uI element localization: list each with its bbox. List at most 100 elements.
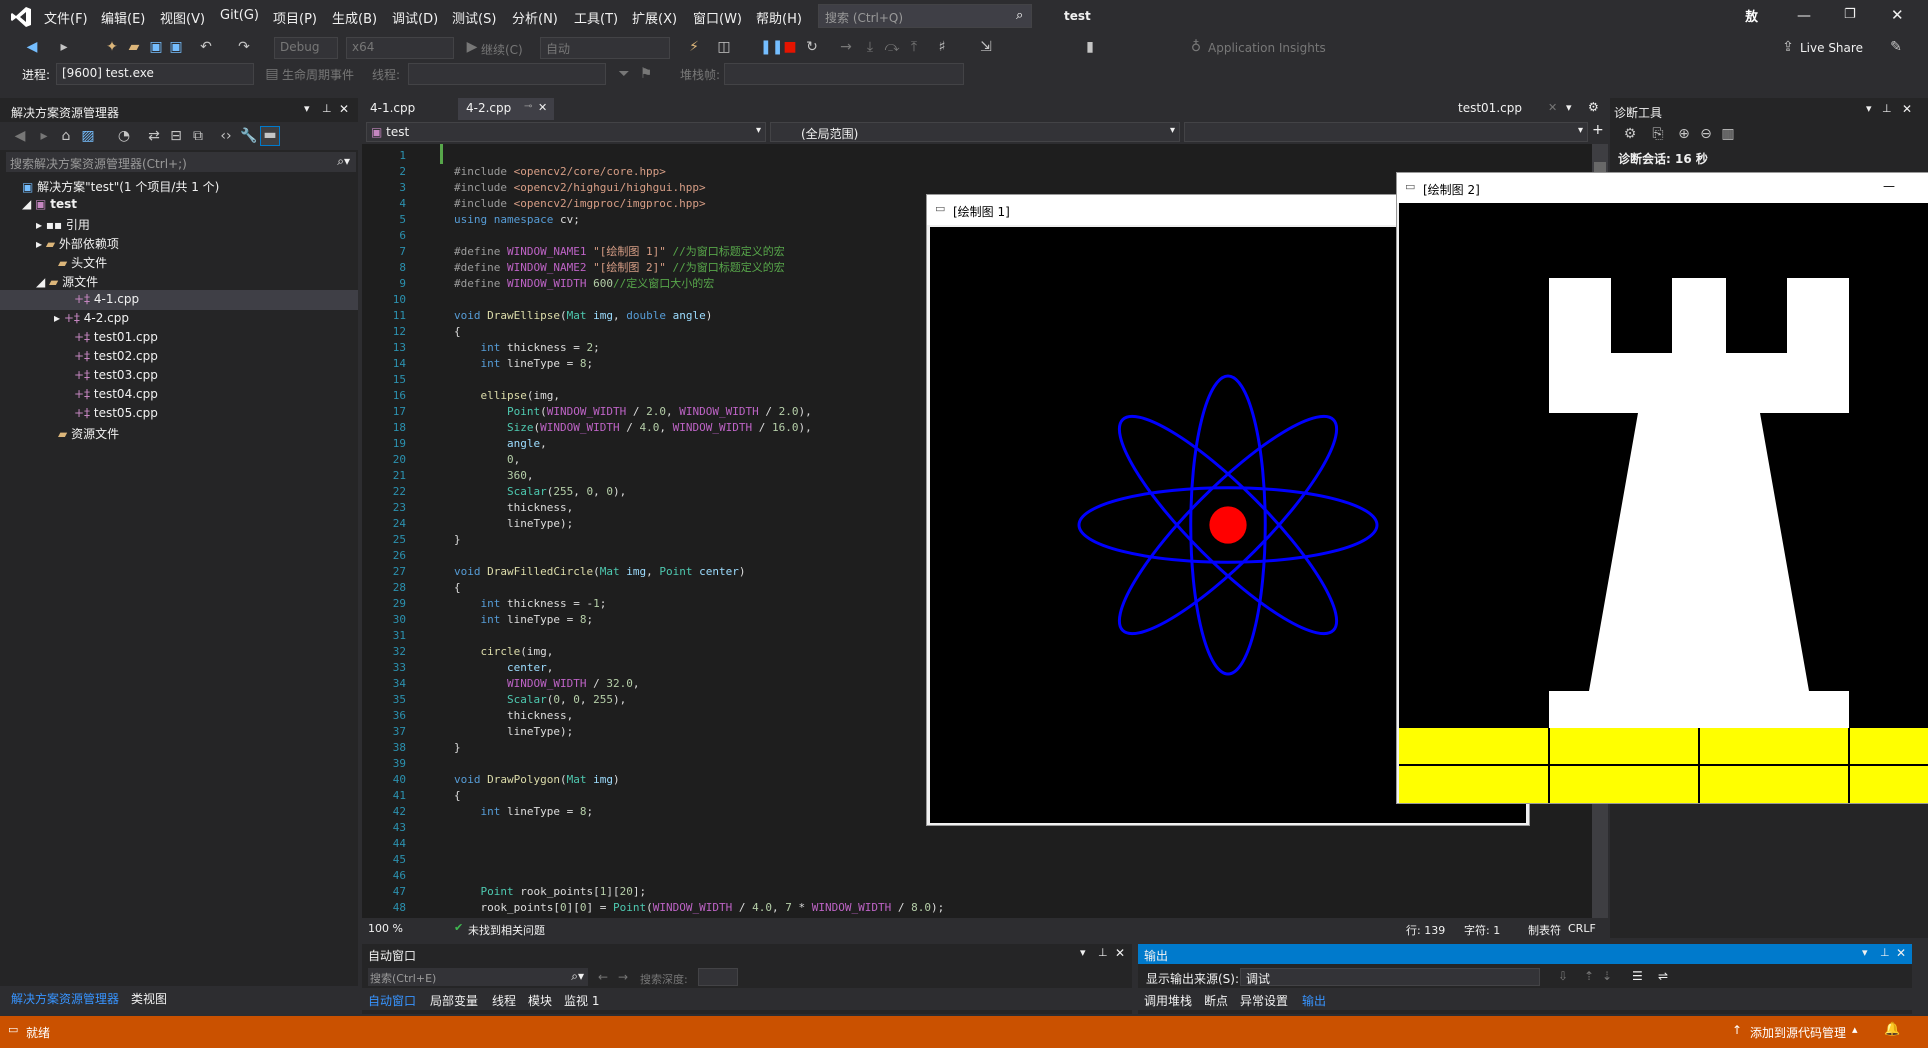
tree-item-4-2-cpp[interactable]: ▸ +‡ 4-2.cpp [54,311,129,325]
pin-icon[interactable]: ⊥ [1882,102,1892,115]
menu-build[interactable]: 生成(B) [332,8,377,27]
menu-file[interactable]: 文件(F) [44,8,88,27]
collapse-all-icon[interactable]: ⊟ [168,128,184,144]
menu-edit[interactable]: 编辑(E) [101,8,145,27]
next-message-icon[interactable]: ⇣ [1602,969,1612,983]
tree-item-source-files[interactable]: ◢ ▰ 源文件 [36,273,98,290]
menu-help[interactable]: 帮助(H) [756,8,802,27]
menu-extensions[interactable]: 扩展(X) [632,8,677,27]
pin-icon[interactable]: ⊸ [524,101,532,112]
step-out-icon[interactable]: ⤒ [906,39,922,55]
platform-select[interactable]: x64 [346,37,454,59]
threads-icon[interactable]: ⇲ [978,39,994,55]
project-node[interactable]: ◢ ▣ test [22,197,77,211]
live-share-icon[interactable]: ⇪ [1780,39,1796,55]
word-wrap-icon[interactable]: ⇌ [1658,969,1668,983]
continue-icon[interactable]: ▶ [464,39,480,55]
preview-icon[interactable]: ▬ [260,126,280,146]
tree-item-headers[interactable]: ▰ 头文件 [58,254,107,271]
tab-breakpoints[interactable]: 断点 [1204,992,1228,1009]
scope-nav-select[interactable]: (全局范围) ▾ [770,122,1180,142]
insights-icon[interactable]: ♁ [1188,39,1204,55]
close-tab-icon[interactable]: ✕ [538,101,547,114]
tree-item-references[interactable]: ▸ ▪▪ 引用 [36,216,90,233]
pending-changes-icon[interactable]: ◔ [116,128,132,144]
close-panel-icon[interactable]: ✕ [1902,102,1912,116]
tab-test01-cpp[interactable]: test01.cpp [1458,101,1522,115]
sync-icon[interactable]: ⇄ [146,128,162,144]
search-depth-select[interactable] [698,968,738,986]
global-search-input[interactable]: 搜索 (Ctrl+Q) [818,4,1032,28]
pin-icon[interactable]: ⊥ [1880,946,1890,959]
tree-item-resource-files[interactable]: ▰ 资源文件 [58,425,119,442]
close-panel-icon[interactable]: ✕ [339,102,349,116]
redo-icon[interactable]: ↷ [236,39,252,55]
config-select[interactable]: Debug [274,37,338,59]
auto-select[interactable]: 自动 [540,37,670,59]
show-all-files-icon[interactable]: ⧉ [190,128,206,144]
split-editor-icon[interactable]: + [1592,122,1604,138]
tab-locals[interactable]: 局部变量 [430,992,478,1009]
stop-icon[interactable]: ■ [782,39,798,55]
tab-call-stack[interactable]: 调用堆栈 [1144,992,1192,1009]
home-icon[interactable]: ⌂ [58,128,74,144]
notifications-icon[interactable]: 🔔 [1884,1022,1900,1037]
autos-search-input[interactable]: 搜索(Ctrl+E) ⌕▾ [368,968,588,986]
menu-project[interactable]: 项目(P) [273,8,317,27]
tree-item-4-1-cpp[interactable]: +‡ 4-1.cpp [74,292,139,306]
continue-button[interactable]: 继续(C) [481,41,523,58]
menu-window[interactable]: 窗口(W) [693,8,742,27]
zoom-out-icon[interactable]: ⊖ [1698,126,1714,142]
zoom-in-icon[interactable]: ⊕ [1676,126,1692,142]
reset-zoom-icon[interactable]: ▥ [1720,126,1736,142]
search-icon[interactable]: ⌕ [1016,8,1023,23]
panel-menu-icon[interactable]: ▾ [1866,102,1872,115]
menu-test[interactable]: 测试(S) [452,8,496,27]
back-icon[interactable]: ◀ [24,39,40,55]
thread-select[interactable] [408,63,606,85]
forward-icon[interactable]: ▸ [56,39,72,55]
tab-watch-1[interactable]: 监视 1 [564,992,599,1009]
menu-analyze[interactable]: 分析(N) [512,8,558,27]
hex-icon[interactable]: ♯ [934,39,950,55]
live-share-button[interactable]: Live Share [1800,41,1863,55]
user-avatar[interactable]: 敖 [1745,6,1765,26]
gear-icon[interactable]: ⚙ [1588,100,1599,114]
menu-debug[interactable]: 调试(D) [392,8,438,27]
panel-menu-icon[interactable]: ▾ [1080,946,1086,959]
tab-class-view[interactable]: 类视图 [131,990,167,1007]
tab-output[interactable]: 输出 [1302,992,1326,1009]
step-into-icon[interactable]: ⤓ [862,39,878,55]
view-code-icon[interactable]: ‹› [218,128,234,144]
filter-icon[interactable]: ⏷ [616,66,632,82]
feedback-icon[interactable]: ✎ [1888,39,1904,55]
app-insights-button[interactable]: Application Insights [1208,41,1326,55]
gear-icon[interactable]: ⚙ [1622,126,1638,142]
tab-solution-explorer[interactable]: 解决方案资源管理器 [11,990,119,1007]
prev-message-icon[interactable]: ⇡ [1584,969,1594,983]
tree-item-test04-cpp[interactable]: +‡ test04.cpp [74,387,158,401]
project-nav-select[interactable]: ▣ test ▾ [366,122,766,142]
close-icon[interactable]: ✕ [1891,6,1904,24]
step-over-icon[interactable]: ⤼ [884,39,900,55]
search-back-icon[interactable]: ← [598,970,608,984]
close-panel-icon[interactable]: ✕ [1115,946,1125,960]
find-message-icon[interactable]: ⇩ [1558,969,1568,983]
open-folder-icon[interactable]: ▰ [126,39,142,55]
bookmark-icon[interactable]: ▮ [1082,39,1098,55]
pause-icon[interactable]: ❚❚ [760,39,783,55]
undo-icon[interactable]: ↶ [198,39,214,55]
maximize-icon[interactable]: ❐ [1844,7,1856,22]
panel-menu-icon[interactable]: ▾ [1862,946,1868,959]
menu-tools[interactable]: 工具(T) [574,8,618,27]
hot-reload-icon[interactable]: ⚡ [686,39,702,55]
stack-frame-select[interactable] [724,63,964,85]
lifecycle-events-button[interactable]: 生命周期事件 [282,66,354,83]
switch-views-icon[interactable]: ▨ [80,128,96,144]
minimize-icon[interactable]: — [1883,179,1895,193]
menu-view[interactable]: 视图(V) [160,8,205,27]
close-panel-icon[interactable]: ✕ [1896,946,1906,960]
tab-4-2-cpp[interactable]: 4-2.cpp ⊸ ✕ [458,98,554,120]
output-source-select[interactable]: 调试 [1240,968,1540,986]
eol-mode[interactable]: CRLF [1568,922,1596,935]
